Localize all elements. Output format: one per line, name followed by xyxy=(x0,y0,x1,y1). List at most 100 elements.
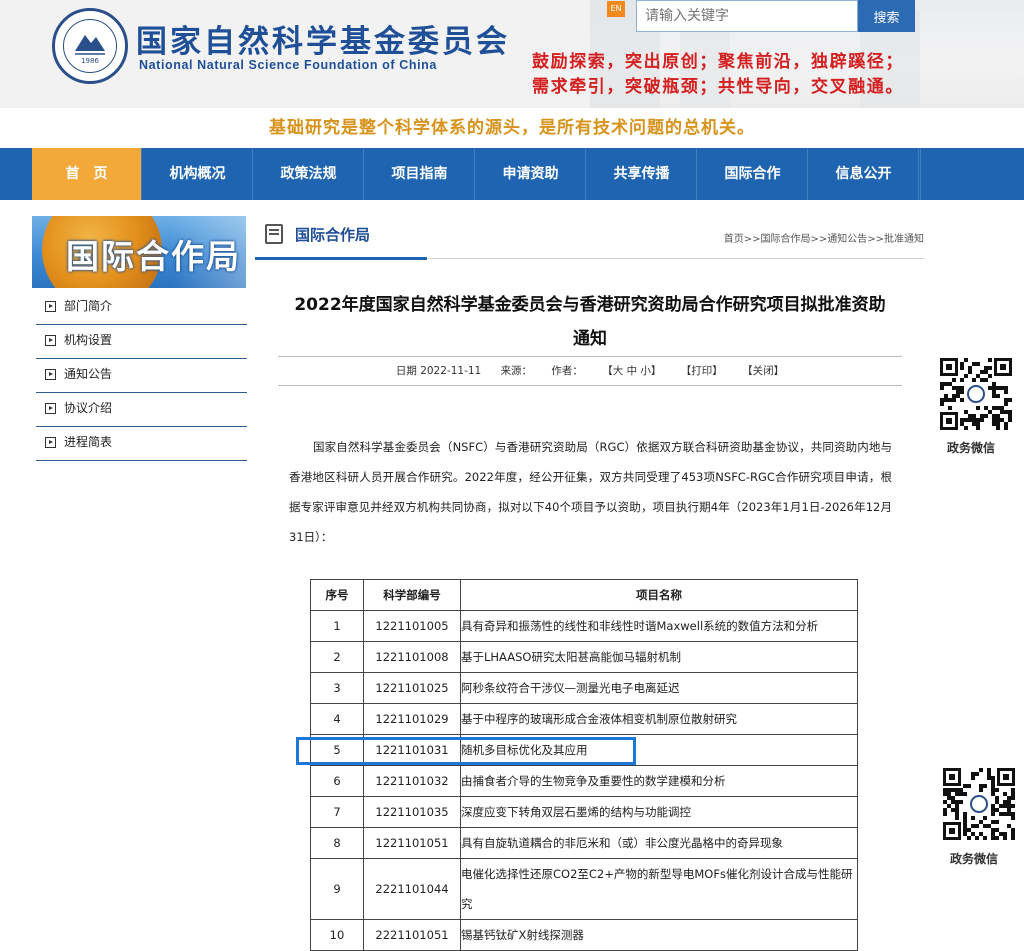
table-row: 7 1221101035 深度应变下转角双层石墨烯的结构与功能调控 xyxy=(310,796,858,828)
main-nav: 首 页 机构概况 政策法规 项目指南 申请资助 共享传播 国际合作 信息公开 xyxy=(0,148,1024,200)
sidebar-banner: 国际合作局 xyxy=(32,216,246,288)
article-meta: 日期 2022-11-11 来源： 作者： 【大 中 小】 【打印】 【关闭】 xyxy=(278,356,902,386)
cell-code: 1221101051 xyxy=(363,827,461,859)
article-author: 作者： xyxy=(551,365,583,377)
cell-name: 基于LHAASO研究太阳甚高能伽马辐射机制 xyxy=(460,641,858,673)
cell-code: 1221101029 xyxy=(363,703,461,735)
sidebar-item-agreements[interactable]: 协议介绍 xyxy=(36,393,247,427)
cell-index: 1 xyxy=(310,610,364,642)
wechat-qr-code-icon[interactable] xyxy=(940,358,1012,430)
seal-year: 1986 xyxy=(81,57,99,65)
search-button[interactable]: 搜索 xyxy=(858,0,915,32)
slogan-line-1: 鼓励探索，突出原创；聚焦前沿，独辟蹊径； xyxy=(532,52,904,72)
qr-label-wechat: 政务微信 xyxy=(947,441,996,455)
cell-index: 8 xyxy=(310,827,364,859)
play-arrow-icon xyxy=(45,301,56,312)
article-title-line-1: 2022年度国家自然科学基金委员会与香港研究资助局合作研究项目拟批准资助 xyxy=(294,295,886,315)
org-name-cn[interactable]: 国家自然科学基金委员会 xyxy=(136,16,510,61)
wechat-qr-code-icon[interactable] xyxy=(943,768,1015,840)
nav-item-home[interactable]: 首 页 xyxy=(32,148,142,200)
cell-code: 1221101008 xyxy=(363,641,461,673)
print-link[interactable]: 【打印】 xyxy=(681,365,723,377)
sidebar-item-label: 协议介绍 xyxy=(64,401,113,415)
section-title: 国际合作局 xyxy=(295,226,371,244)
qr-label-wechat-bottom: 政务微信 xyxy=(950,852,999,866)
font-size-control[interactable]: 【大 中 小】 xyxy=(602,365,661,377)
cell-code: 1221101035 xyxy=(363,796,461,828)
sidebar-item-label: 部门简介 xyxy=(64,299,113,313)
sidebar-item-structure[interactable]: 机构设置 xyxy=(36,325,247,359)
header-slogan: 鼓励探索，突出原创；聚焦前沿，独辟蹊径； 需求牵引，突破瓶颈；共性导向，交叉融通… xyxy=(532,50,904,100)
sidebar-item-label: 通知公告 xyxy=(64,367,113,381)
cell-index: 3 xyxy=(310,672,364,704)
table-header-row: 序号 科学部编号 项目名称 xyxy=(310,579,858,611)
article-source: 来源： xyxy=(500,365,533,377)
cell-code: 1221101032 xyxy=(363,765,461,797)
sub-slogan: 基础研究是整个科学体系的源头，是所有技术问题的总机关。 xyxy=(269,118,755,138)
article-date: 日期 2022-11-11 xyxy=(395,365,482,377)
breadcrumb[interactable]: 首页>>国际合作局>>通知公告>>批准通知 xyxy=(724,230,924,245)
sidebar-item-notices[interactable]: 通知公告 xyxy=(36,359,247,393)
cell-name: 基于中程序的玻璃形成合金液体相变机制原位散射研究 xyxy=(460,703,858,735)
col-header-name: 项目名称 xyxy=(460,579,858,611)
table-row: 8 1221101051 具有自旋轨道耦合的非厄米和（或）非公度光晶格中的奇异现… xyxy=(310,827,858,859)
nav-divider xyxy=(920,148,921,200)
nav-item-guides[interactable]: 项目指南 xyxy=(365,148,475,200)
table-row: 3 1221101025 阿秒条纹符合干涉仪—测量光电子电离延迟 xyxy=(310,672,858,704)
cell-code: 2221101051 xyxy=(363,919,461,951)
nsfc-emblem-icon xyxy=(970,795,988,813)
sidebar-banner-title: 国际合作局 xyxy=(66,237,241,276)
row-highlight-box xyxy=(296,737,636,765)
cell-code: 1221101005 xyxy=(363,610,461,642)
sidebar-menu: 部门简介 机构设置 通知公告 协议介绍 进程简表 xyxy=(36,291,247,461)
col-header-index: 序号 xyxy=(310,579,364,611)
nsfc-seal-logo-icon[interactable]: 1986 xyxy=(52,8,128,84)
cell-name: 具有奇异和振荡性的线性和非线性时谐Maxwell系统的数值方法和分析 xyxy=(460,610,858,642)
play-arrow-icon xyxy=(45,369,56,380)
col-header-code: 科学部编号 xyxy=(363,579,461,611)
nav-item-share[interactable]: 共享传播 xyxy=(587,148,697,200)
search-input[interactable] xyxy=(636,0,858,32)
cell-name: 锡基钙钛矿X射线探测器 xyxy=(460,919,858,951)
sidebar-item-dept-intro[interactable]: 部门简介 xyxy=(36,291,247,325)
sidebar-item-timeline[interactable]: 进程简表 xyxy=(36,427,247,461)
nav-item-disclosure[interactable]: 信息公开 xyxy=(809,148,919,200)
table-row: 10 2221101051 锡基钙钛矿X射线探测器 xyxy=(310,919,858,951)
nav-item-about[interactable]: 机构概况 xyxy=(143,148,253,200)
cell-name: 深度应变下转角双层石墨烯的结构与功能调控 xyxy=(460,796,858,828)
play-arrow-icon xyxy=(45,403,56,414)
table-row: 4 1221101029 基于中程序的玻璃形成合金液体相变机制原位散射研究 xyxy=(310,703,858,735)
article-title: 2022年度国家自然科学基金委员会与香港研究资助局合作研究项目拟批准资助 通知 xyxy=(278,288,902,356)
table-row: 9 2221101044 电催化选择性还原CO2至C2+产物的新型导电MOFs催… xyxy=(310,858,858,920)
nsfc-emblem-icon xyxy=(967,385,985,403)
project-table: 序号 科学部编号 项目名称 1 1221101005 具有奇异和振荡性的线性和非… xyxy=(310,579,858,951)
cell-index: 10 xyxy=(310,919,364,951)
org-name-en[interactable]: National Natural Science Foundation of C… xyxy=(139,58,437,72)
cell-name: 电催化选择性还原CO2至C2+产物的新型导电MOFs催化剂设计合成与性能研究 xyxy=(460,858,858,920)
nav-item-apply[interactable]: 申请资助 xyxy=(476,148,586,200)
site-header: 1986 国家自然科学基金委员会 National Natural Scienc… xyxy=(0,0,1024,108)
english-version-link[interactable]: EN xyxy=(607,1,625,17)
nav-item-international[interactable]: 国际合作 xyxy=(698,148,808,200)
section-underline xyxy=(255,257,427,260)
article-title-line-2: 通知 xyxy=(573,329,607,349)
cell-index: 4 xyxy=(310,703,364,735)
section-header: 国际合作局 首页>>国际合作局>>通知公告>>批准通知 xyxy=(255,216,924,260)
cell-name: 具有自旋轨道耦合的非厄米和（或）非公度光晶格中的奇异现象 xyxy=(460,827,858,859)
sidebar-item-label: 进程简表 xyxy=(64,435,113,449)
table-row: 6 1221101032 由捕食者介导的生物竞争及重要性的数学建模和分析 xyxy=(310,765,858,797)
cell-code: 1221101025 xyxy=(363,672,461,704)
sidebar-item-label: 机构设置 xyxy=(64,333,113,347)
cell-index: 7 xyxy=(310,796,364,828)
play-arrow-icon xyxy=(45,335,56,346)
cell-index: 2 xyxy=(310,641,364,673)
nav-item-policies[interactable]: 政策法规 xyxy=(254,148,364,200)
close-link[interactable]: 【关闭】 xyxy=(742,365,784,377)
cell-name: 由捕食者介导的生物竞争及重要性的数学建模和分析 xyxy=(460,765,858,797)
slogan-line-2: 需求牵引，突破瓶颈；共性导向，交叉融通。 xyxy=(532,77,904,97)
cell-name: 阿秒条纹符合干涉仪—测量光电子电离延迟 xyxy=(460,672,858,704)
cell-code: 2221101044 xyxy=(363,858,461,920)
table-row: 1 1221101005 具有奇异和振荡性的线性和非线性时谐Maxwell系统的… xyxy=(310,610,858,642)
play-arrow-icon xyxy=(45,437,56,448)
document-icon xyxy=(265,224,283,244)
